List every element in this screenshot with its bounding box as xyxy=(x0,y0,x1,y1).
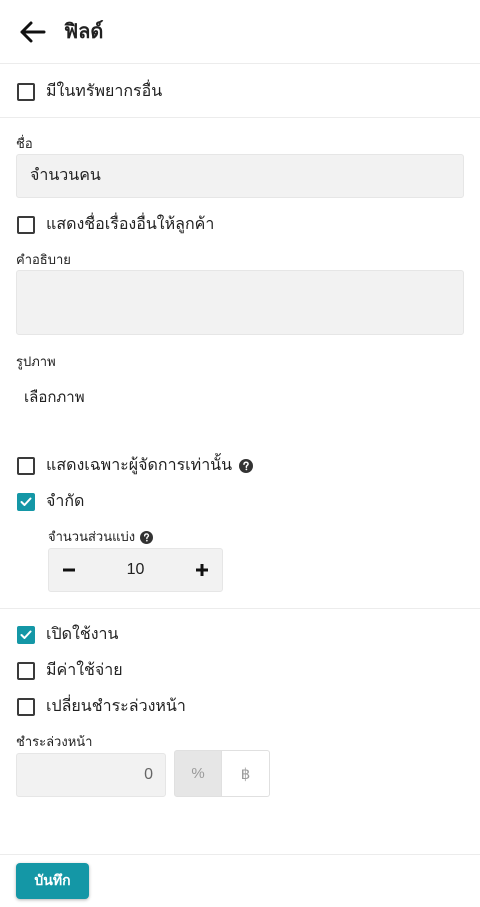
increment-button[interactable] xyxy=(182,549,222,591)
description-label: คำอธิบาย xyxy=(16,252,71,267)
footer-divider xyxy=(0,854,480,855)
other-resource-checkbox[interactable] xyxy=(17,83,35,101)
admin-only-row[interactable]: แสดงเฉพาะผู้จัดการเท่านั้น xyxy=(17,455,254,477)
show-other-name-label: แสดงชื่อเรื่องอื่นให้ลูกค้า xyxy=(46,216,215,233)
choose-image-button[interactable]: เลือกภาพ xyxy=(24,388,85,408)
has-cost-row[interactable]: มีค่าใช้จ่าย xyxy=(17,660,123,682)
save-button[interactable]: บันทึก xyxy=(16,863,89,899)
plus-icon xyxy=(196,564,208,576)
has-cost-checkbox[interactable] xyxy=(17,662,35,680)
divider xyxy=(0,117,480,118)
quantity-label-row: จำนวนส่วนแบ่ง xyxy=(48,528,154,546)
divider xyxy=(0,608,480,609)
limit-row[interactable]: จำกัด xyxy=(17,491,84,513)
app-header: ฟิลด์ xyxy=(0,0,480,64)
prepay-label: ชำระล่วงหน้า xyxy=(16,734,93,749)
limit-checkbox[interactable] xyxy=(17,493,35,511)
unit-baht-button[interactable]: ฿ xyxy=(222,750,270,797)
show-other-name-row[interactable]: แสดงชื่อเรื่องอื่นให้ลูกค้า xyxy=(17,214,214,236)
enabled-row[interactable]: เปิดใช้งาน xyxy=(17,624,118,646)
quantity-label: จำนวนส่วนแบ่ง xyxy=(48,529,136,544)
quantity-stepper[interactable]: 10 xyxy=(48,548,223,592)
question-circle-icon[interactable] xyxy=(239,459,254,473)
unit-percent-button[interactable]: % xyxy=(174,750,222,797)
quantity-value[interactable]: 10 xyxy=(89,561,182,579)
prepay-input[interactable]: 0 xyxy=(16,753,166,797)
admin-only-checkbox[interactable] xyxy=(17,457,35,475)
other-resource-row[interactable]: มีในทรัพยากรอื่น xyxy=(17,81,162,103)
check-icon xyxy=(20,630,32,639)
limit-label: จำกัด xyxy=(46,493,85,510)
enabled-checkbox[interactable] xyxy=(17,626,35,644)
has-cost-label: มีค่าใช้จ่าย xyxy=(46,662,123,679)
description-input[interactable] xyxy=(16,270,464,335)
question-circle-icon[interactable] xyxy=(140,530,154,544)
change-prepay-checkbox[interactable] xyxy=(17,698,35,716)
check-icon xyxy=(20,497,32,506)
show-other-name-checkbox[interactable] xyxy=(17,216,35,234)
other-resource-label: มีในทรัพยากรอื่น xyxy=(46,83,163,100)
name-input[interactable]: จำนวนคน xyxy=(16,154,464,198)
name-label: ชื่อ xyxy=(16,136,33,151)
arrow-left-icon xyxy=(20,21,46,43)
back-button[interactable] xyxy=(18,20,46,44)
change-prepay-label: เปลี่ยนชำระล่วงหน้า xyxy=(46,698,186,715)
admin-only-label: แสดงเฉพาะผู้จัดการเท่านั้น xyxy=(46,457,233,474)
page-title: ฟิลด์ xyxy=(64,21,104,43)
enabled-label: เปิดใช้งาน xyxy=(46,626,119,643)
minus-icon xyxy=(63,568,75,572)
decrement-button[interactable] xyxy=(49,549,89,591)
image-label: รูปภาพ xyxy=(16,354,56,369)
change-prepay-row[interactable]: เปลี่ยนชำระล่วงหน้า xyxy=(17,696,186,718)
